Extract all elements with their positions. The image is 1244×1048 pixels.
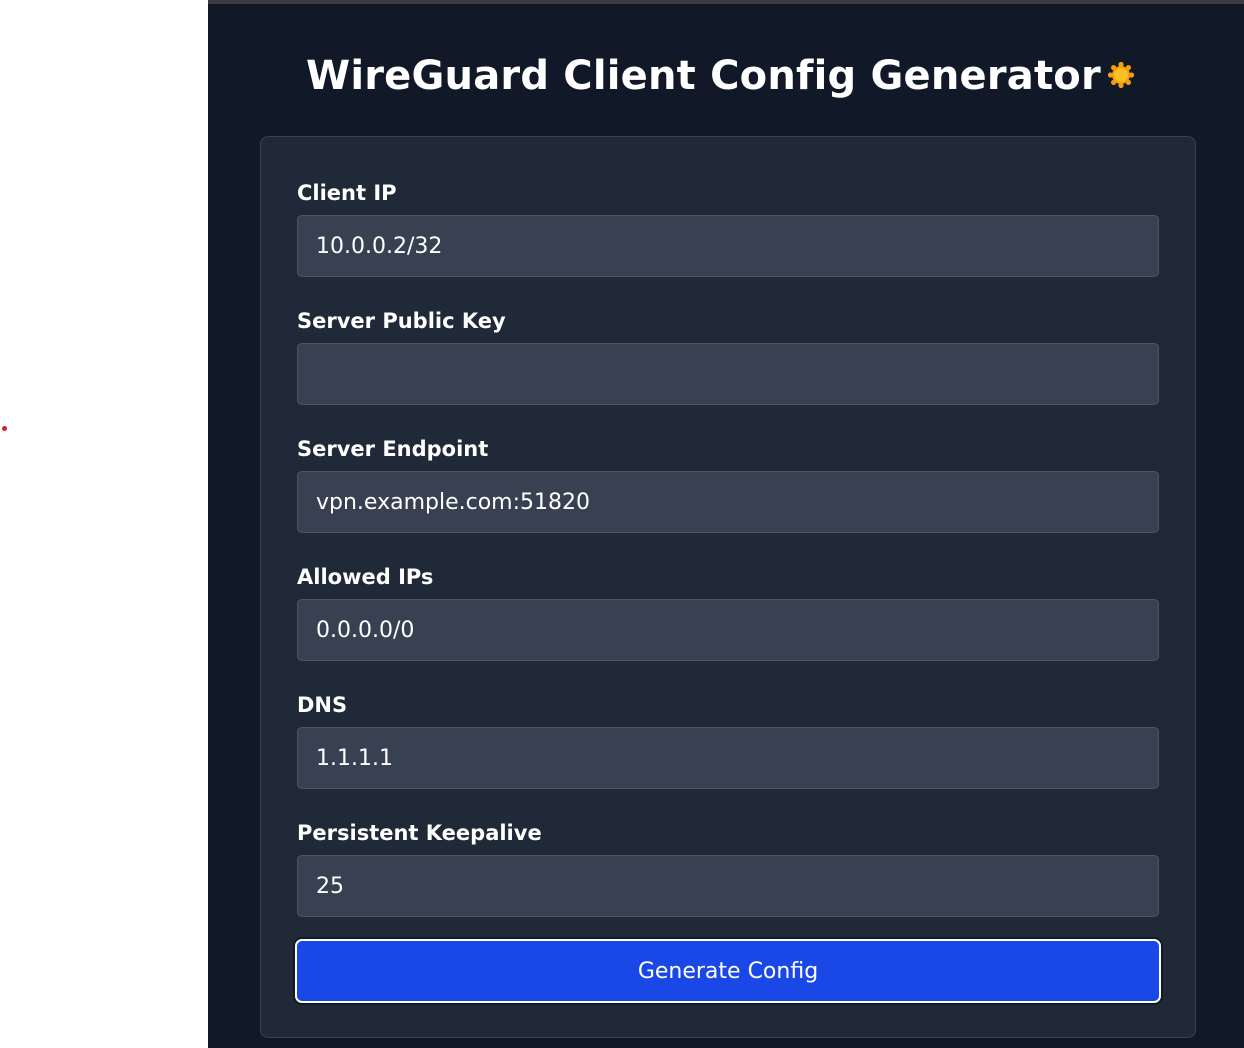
- theme-toggle-button[interactable]: [1106, 60, 1136, 90]
- dns-label: DNS: [297, 693, 348, 717]
- client-ip-label: Client IP: [297, 181, 397, 205]
- red-dot-marker: [2, 426, 7, 431]
- generate-config-button[interactable]: Generate Config: [295, 939, 1161, 1003]
- server-public-key-input[interactable]: [297, 343, 1159, 405]
- config-form-card: Client IP Server Public Key Server Endpo…: [260, 136, 1196, 1038]
- allowed-ips-input[interactable]: [297, 599, 1159, 661]
- dns-input[interactable]: [297, 727, 1159, 789]
- client-ip-input[interactable]: [297, 215, 1159, 277]
- sun-icon: [1107, 61, 1135, 89]
- persistent-keepalive-input[interactable]: [297, 855, 1159, 917]
- server-public-key-label: Server Public Key: [297, 309, 506, 333]
- blank-left-region: [0, 0, 208, 1048]
- server-endpoint-input[interactable]: [297, 471, 1159, 533]
- page-title: WireGuard Client Config Generator: [306, 53, 1101, 99]
- server-endpoint-label: Server Endpoint: [297, 437, 489, 461]
- persistent-keepalive-label: Persistent Keepalive: [297, 821, 542, 845]
- allowed-ips-label: Allowed IPs: [297, 565, 434, 589]
- app-container: WireGuard Client Config Generator Client…: [208, 0, 1244, 1048]
